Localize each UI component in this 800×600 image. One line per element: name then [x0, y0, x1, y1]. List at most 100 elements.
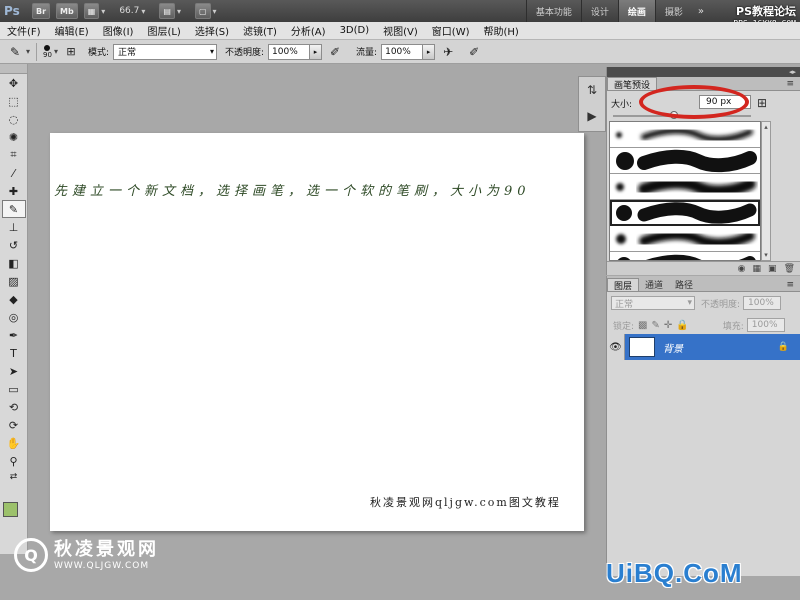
brush-preset-item[interactable] — [610, 174, 760, 200]
chevron-down-icon[interactable]: ▾ — [54, 47, 58, 56]
pen-tool-icon[interactable]: ✒ — [2, 326, 26, 344]
flow-field[interactable]: 100% — [381, 43, 424, 60]
brush-picker[interactable]: 90 — [43, 44, 52, 59]
bridge-button[interactable]: Br — [32, 3, 51, 19]
mini-bridge-button[interactable]: Mb — [56, 3, 78, 19]
layer-opacity-field[interactable]: 100% — [743, 296, 782, 310]
opacity-field[interactable]: 100% — [268, 43, 311, 60]
fill-field[interactable]: 100% — [746, 318, 785, 332]
workspace-design[interactable]: 设计 — [580, 0, 618, 22]
size-field[interactable]: 90 px — [699, 95, 751, 109]
marquee-tool-icon[interactable]: ⬚ — [2, 92, 26, 110]
eye-icon[interactable]: 👁 — [607, 334, 625, 360]
menu-edit[interactable]: 编辑(E) — [48, 23, 96, 38]
tablet-pressure-opacity-icon[interactable]: ✐ — [326, 43, 344, 61]
flow-slider-arrow-icon[interactable]: ▸ — [423, 43, 436, 60]
chevron-down-icon[interactable]: ▾ — [141, 7, 145, 16]
new-preset-icon[interactable]: ▣ — [768, 264, 777, 274]
blur-tool-icon[interactable]: ◆ — [2, 290, 26, 308]
layer-name[interactable]: 背景 — [663, 340, 683, 355]
menu-window[interactable]: 窗口(W) — [425, 23, 477, 38]
lock-pixels-icon[interactable]: ✎ — [652, 320, 660, 331]
blend-mode-select[interactable]: 正常 ▾ — [611, 296, 695, 310]
3d-rotate-tool-icon[interactable]: ⟲ — [2, 398, 26, 416]
menu-image[interactable]: 图像(I) — [96, 23, 141, 38]
move-tool-icon[interactable]: ✥ — [2, 74, 26, 92]
zoom-tool-icon[interactable]: ⚲ — [2, 452, 26, 470]
lock-position-icon[interactable]: ✛ — [664, 320, 672, 331]
healing-brush-tool-icon[interactable]: ✚ — [2, 182, 26, 200]
3d-orbit-tool-icon[interactable]: ⟳ — [2, 416, 26, 434]
tablet-pressure-size-icon[interactable]: ✐ — [465, 43, 483, 61]
panel-menu-icon[interactable]: ≡ — [780, 278, 800, 291]
eraser-tool-icon[interactable]: ◧ — [2, 254, 26, 272]
lock-all-icon[interactable]: 🔒 — [676, 320, 688, 331]
menu-layer[interactable]: 图层(L) — [140, 23, 187, 38]
size-slider[interactable] — [613, 111, 751, 119]
tab-layers[interactable]: 图层 — [607, 278, 640, 292]
actions-panel-icon[interactable]: ▶ — [579, 103, 605, 129]
mode-select[interactable]: 正常 ▾ — [113, 43, 217, 60]
menu-select[interactable]: 选择(S) — [188, 23, 236, 38]
chevron-down-icon[interactable]: ▾ — [177, 7, 181, 16]
menu-3d[interactable]: 3D(D) — [333, 25, 377, 36]
clone-stamp-tool-icon[interactable]: ⊥ — [2, 218, 26, 236]
scroll-down-icon[interactable]: ▾ — [762, 250, 770, 260]
new-brush-icon[interactable]: ⊞ — [757, 96, 767, 110]
zoom-level[interactable]: 66.7 — [119, 6, 139, 16]
panel-grip[interactable] — [0, 64, 27, 74]
brush-options-icon[interactable]: ▦ — [753, 264, 762, 274]
document-canvas[interactable]: 先建立一个新文档，选择画笔，选一个软的笔刷，大小为90 秋凌景观网qljgw.c… — [50, 133, 584, 531]
foreground-color-swatch[interactable] — [3, 502, 18, 517]
trash-icon[interactable]: 🗑 — [784, 264, 795, 274]
brush-stroke-list[interactable] — [609, 121, 761, 261]
more-workspaces-button[interactable]: » — [692, 6, 710, 17]
crop-tool-icon[interactable]: ⌗ — [2, 146, 26, 164]
brush-preset-item[interactable] — [610, 148, 760, 174]
visibility-icon[interactable]: ◉ — [738, 264, 746, 274]
brush-preset-item[interactable] — [610, 200, 760, 226]
brush-preset-item[interactable] — [610, 252, 760, 260]
rectangle-tool-icon[interactable]: ▭ — [2, 380, 26, 398]
panel-menu-icon[interactable]: ≡ — [780, 77, 800, 90]
brush-preset-item[interactable] — [610, 122, 760, 148]
lasso-tool-icon[interactable]: ◌ — [2, 110, 26, 128]
view-extras-button[interactable]: ▦ — [83, 3, 100, 19]
brush-tool-icon[interactable]: ✎ — [1, 200, 26, 218]
menu-file[interactable]: 文件(F) — [0, 23, 48, 38]
path-selection-tool-icon[interactable]: ➤ — [2, 362, 26, 380]
workspace-essentials[interactable]: 基本功能 — [525, 0, 581, 22]
panel-header[interactable]: ◂▸ — [607, 67, 800, 77]
menu-help[interactable]: 帮助(H) — [477, 23, 526, 38]
brush-tool-preset-icon[interactable]: ✎ — [6, 43, 24, 61]
brush-list-scrollbar[interactable]: ▴ ▾ — [761, 121, 771, 261]
gradient-tool-icon[interactable]: ▨ — [2, 272, 26, 290]
workspace-painting[interactable]: 绘画 — [617, 0, 655, 22]
menu-analysis[interactable]: 分析(A) — [284, 23, 333, 38]
history-brush-tool-icon[interactable]: ↺ — [2, 236, 26, 254]
opacity-slider-arrow-icon[interactable]: ▸ — [310, 43, 323, 60]
size-slider-thumb[interactable] — [669, 111, 678, 119]
swap-colors-icon[interactable]: ⇄ — [2, 470, 26, 484]
arrange-documents-button[interactable]: ▤ — [159, 3, 175, 19]
tab-brush-presets[interactable]: 画笔预设 — [607, 77, 658, 91]
tab-channels[interactable]: 通道 — [639, 278, 669, 291]
airbrush-icon[interactable]: ✈ — [439, 43, 457, 61]
eyedropper-tool-icon[interactable]: ⁄ — [2, 164, 26, 182]
history-panel-icon[interactable]: ⇅ — [579, 77, 605, 103]
lock-transparency-icon[interactable]: ▩ — [638, 320, 647, 331]
type-tool-icon[interactable]: T — [2, 344, 26, 362]
dodge-tool-icon[interactable]: ◎ — [2, 308, 26, 326]
scroll-up-icon[interactable]: ▴ — [762, 122, 770, 132]
menu-filter[interactable]: 滤镜(T) — [236, 23, 284, 38]
chevron-down-icon[interactable]: ▾ — [26, 47, 30, 56]
chevron-down-icon[interactable]: ▾ — [213, 7, 217, 16]
brush-panel-toggle-icon[interactable]: ⊞ — [62, 43, 80, 61]
brush-preset-item[interactable] — [610, 226, 760, 252]
chevron-down-icon[interactable]: ▾ — [101, 7, 105, 16]
workspace-photography[interactable]: 摄影 — [654, 0, 692, 22]
screen-mode-button[interactable]: ▢ — [194, 3, 211, 19]
menu-view[interactable]: 视图(V) — [376, 23, 425, 38]
quick-selection-tool-icon[interactable]: ✺ — [2, 128, 26, 146]
tab-paths[interactable]: 路径 — [669, 278, 699, 291]
